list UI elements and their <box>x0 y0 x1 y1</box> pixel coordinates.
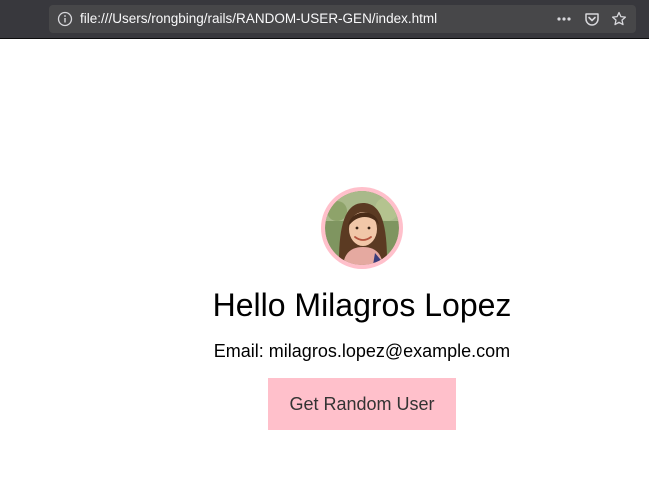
get-random-user-button[interactable]: Get Random User <box>268 378 456 430</box>
pocket-icon[interactable] <box>584 11 600 27</box>
avatar-image <box>325 191 399 265</box>
browser-toolbar: file:///Users/rongbing/rails/RANDOM-USER… <box>0 0 649 39</box>
user-email: Email: milagros.lopez@example.com <box>213 341 511 361</box>
url-text[interactable]: file:///Users/rongbing/rails/RANDOM-USER… <box>80 5 437 33</box>
more-actions-icon[interactable] <box>556 11 572 27</box>
address-bar[interactable]: file:///Users/rongbing/rails/RANDOM-USER… <box>49 5 636 33</box>
info-icon[interactable] <box>57 11 73 27</box>
avatar <box>321 187 403 269</box>
greeting-heading: Hello Milagros Lopez <box>212 287 512 323</box>
bookmark-star-icon[interactable] <box>611 11 627 27</box>
